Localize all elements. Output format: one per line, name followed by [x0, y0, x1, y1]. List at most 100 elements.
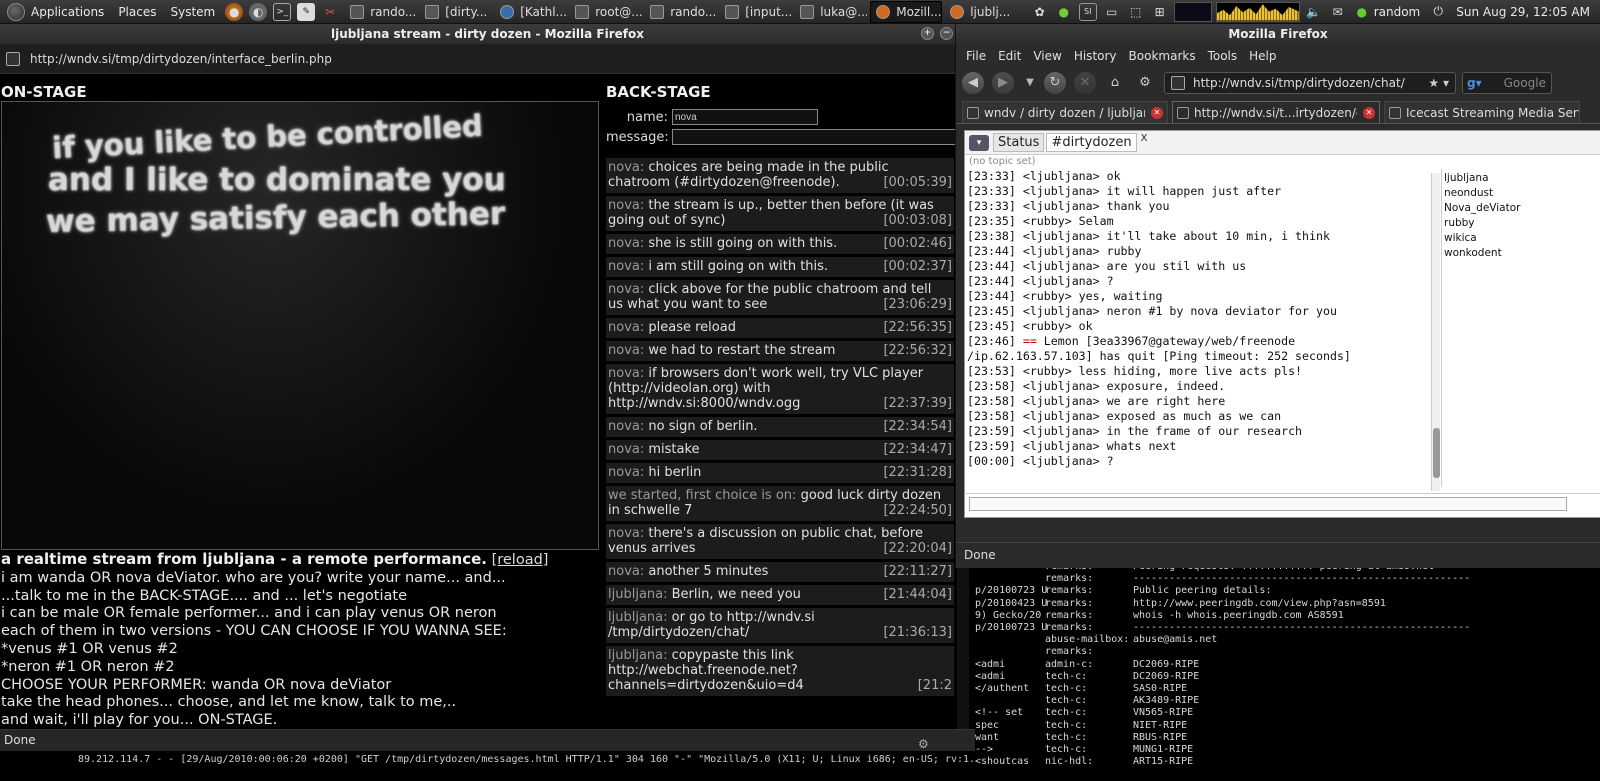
keyboard-layout-icon[interactable]: SI [1078, 2, 1097, 21]
terminal-fragment: p/20100423 U [975, 597, 1048, 609]
chat-line: [23:58] <ljubljana> we are right here [967, 394, 1226, 408]
window-titlebar[interactable]: ljubljana stream - dirty dozen - Mozilla… [0, 24, 975, 44]
clock[interactable]: Sun Aug 29, 12:05 AM [1450, 5, 1600, 19]
menu-help[interactable]: Help [1249, 49, 1276, 63]
network-manager-icon[interactable]: ⬚ [1127, 3, 1145, 21]
whois-key: tech-c: [1045, 707, 1088, 719]
taskbar-item-4[interactable]: rando... [645, 1, 717, 23]
chat-log-scrollbar[interactable] [1431, 173, 1440, 491]
minimize-button[interactable]: − [940, 27, 953, 40]
chat-tab-channel[interactable]: #dirtydozen [1046, 133, 1137, 152]
name-input[interactable] [672, 109, 818, 125]
power-icon[interactable]: ⏻ [1429, 3, 1447, 21]
backstage-form: name: message: [606, 107, 966, 147]
taskbar-label: [Kathl... [520, 4, 567, 19]
tab-close-icon[interactable]: ✕ [1363, 106, 1375, 119]
menu-file[interactable]: File [966, 49, 986, 63]
taskbar-item-5[interactable]: [input... [720, 1, 792, 23]
message-author: nova: [608, 343, 645, 358]
nick-list-item[interactable]: ljubljana [1444, 171, 1599, 186]
menu-view[interactable]: View [1033, 49, 1061, 63]
url-bar[interactable]: http://wndv.si/tmp/dirtydozen/interface_… [0, 44, 975, 74]
menu-tools[interactable]: Tools [1208, 49, 1238, 63]
stop-icon[interactable]: ✕ [1074, 72, 1096, 94]
background-terminal[interactable]: remarks:Peering requests: !!!!!!!!!!!! p… [975, 560, 1600, 781]
pidgin-launcher-icon[interactable]: ◐ [249, 2, 268, 21]
window-titlebar[interactable]: Mozilla Firefox [956, 24, 1600, 44]
menu-bar: File Edit View History Bookmarks Tools H… [956, 44, 1600, 68]
taskbar-item-6[interactable]: luka@... [795, 1, 867, 23]
chat-line: [23:44] <ljubljana> are you stil with us [967, 259, 1247, 273]
editor-launcher-icon[interactable]: ✎ [297, 2, 316, 21]
back-arrow-icon[interactable]: ◀ [962, 72, 984, 94]
display-icon[interactable]: ▭ [1103, 3, 1121, 21]
history-dropdown-icon[interactable]: ▼ [1022, 73, 1038, 93]
chat-menu-icon[interactable]: ▾ [969, 134, 989, 151]
mail-icon[interactable]: ✉ [1329, 3, 1347, 21]
volume-icon[interactable]: 🔈 [1305, 3, 1323, 21]
video-caption-line: we may satisfy each other [45, 195, 506, 241]
chat-status-icon[interactable]: ● [1055, 3, 1073, 21]
system-tray: ✿ ● SI ▭ ⬚ ⊞ 🔈 ✉ ● random ⏻ Sun Aug 29, … [1028, 0, 1600, 23]
tab-label: Icecast Streaming Media Server [1406, 105, 1580, 120]
scrollbar-thumb[interactable] [1433, 428, 1440, 478]
menu-history[interactable]: History [1074, 49, 1117, 63]
close-channel-icon[interactable]: X [1141, 133, 1148, 144]
chat-line: [23:58] <ljubljana> exposure, indeed. [967, 379, 1226, 393]
terminal-fragment: </authent [975, 683, 1030, 694]
taskbar-item-0[interactable]: rando... [345, 1, 417, 23]
chat-line: [23:45] <rubby> ok [967, 319, 1093, 333]
chat-tab-status[interactable]: Status [993, 133, 1045, 152]
taskbar-label: ljublj... [970, 4, 1011, 19]
maximize-button[interactable]: + [921, 27, 934, 40]
terminal-launcher-icon[interactable]: >_ [273, 2, 292, 21]
video-caption-line: if you like to be controlled [51, 108, 484, 166]
tab-close-icon[interactable]: ✕ [1151, 106, 1163, 119]
backstage-message: ljubljana: Berlin, we need you [21:44:04… [606, 585, 954, 608]
message-timestamp: [21:2 [917, 678, 952, 693]
backstage-message: nova: choices are being made in the publ… [606, 158, 954, 196]
user-status-icon[interactable]: ● [1353, 3, 1371, 21]
message-text: hi berlin [648, 465, 702, 480]
gimp-launcher-icon[interactable]: ✂ [321, 3, 339, 21]
whois-key: tech-c: [1045, 683, 1088, 694]
nick-list-item[interactable]: neondust [1444, 186, 1599, 201]
whois-value: ----------------------------------------… [1133, 573, 1471, 585]
chat-input[interactable] [969, 497, 1567, 511]
nick-list-item[interactable]: wikica [1444, 231, 1599, 246]
message-list: nova: choices are being made in the publ… [606, 158, 954, 781]
skype-icon[interactable]: ✿ [1031, 3, 1049, 21]
whois-value: ART15-RIPE [1133, 756, 1194, 768]
taskbar-label: rando... [670, 4, 717, 19]
home-icon[interactable]: ⌂ [1104, 72, 1126, 94]
taskbar-item-8[interactable]: ljublj... [945, 1, 1017, 23]
message-input[interactable] [672, 129, 962, 145]
user-name[interactable]: random [1374, 5, 1421, 19]
taskbar-item-1[interactable]: [dirty... [420, 1, 492, 23]
tab-chat[interactable]: http://wndv.si/t...irtydozen/chat/ ✕ [1172, 101, 1380, 123]
taskbar-item-3[interactable]: root@... [570, 1, 642, 23]
taskbar-item-7[interactable]: Mozill... [870, 0, 943, 23]
nick-list-item[interactable]: rubby [1444, 216, 1599, 231]
forward-arrow-icon[interactable]: ▶ [992, 72, 1014, 94]
reload-icon[interactable]: ↻ [1044, 72, 1066, 94]
tab-icecast[interactable]: Icecast Streaming Media Server [1384, 101, 1580, 123]
tab-wndv[interactable]: wndv / dirty dozen / ljubljana - ... ✕ [962, 101, 1168, 123]
nick-list-item[interactable]: Nova_deViator [1444, 201, 1599, 216]
workspace-switcher-icon[interactable]: ⊞ [1151, 3, 1169, 21]
menu-system[interactable]: System [163, 0, 222, 23]
menu-edit[interactable]: Edit [998, 49, 1021, 63]
taskbar-item-2[interactable]: [Kathl... [495, 1, 567, 23]
menu-places[interactable]: Places [111, 0, 163, 23]
menu-bookmarks[interactable]: Bookmarks [1129, 49, 1196, 63]
url-bar[interactable]: http://wndv.si/tmp/dirtydozen/chat/ ★ ▾ [1164, 72, 1456, 94]
whois-key: tech-c: [1045, 719, 1088, 731]
reload-link[interactable]: [reload] [492, 552, 549, 568]
bookmark-star-icon[interactable]: ★ ▾ [1428, 76, 1449, 90]
firefox-launcher-icon[interactable]: ● [225, 2, 244, 21]
menu-applications[interactable]: Applications [0, 0, 111, 23]
addon-icon[interactable]: ⚙ [1134, 72, 1156, 94]
video-stream[interactable]: if you like to be controlled and I like … [1, 101, 599, 550]
nick-list-item[interactable]: wonkodent [1444, 246, 1599, 261]
search-input[interactable]: g▾ Google [1462, 72, 1552, 94]
